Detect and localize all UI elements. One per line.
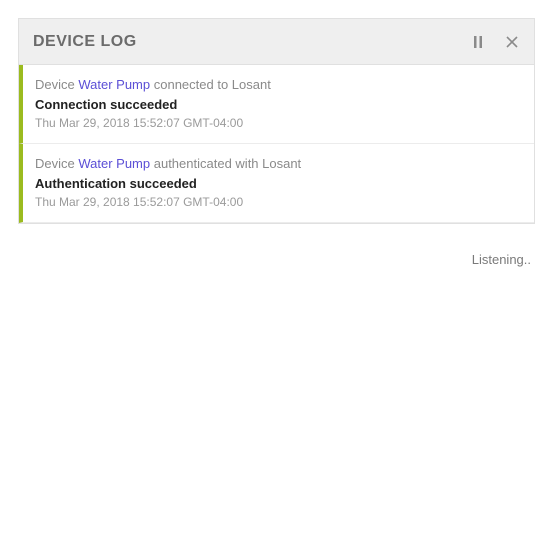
- panel-header: DEVICE LOG: [19, 19, 534, 65]
- log-list: Device Water Pump connected to Losant Co…: [19, 65, 534, 223]
- log-suffix: authenticated with Losant: [150, 156, 301, 171]
- device-link[interactable]: Water Pump: [78, 77, 150, 92]
- panel-title: DEVICE LOG: [33, 33, 137, 51]
- close-icon[interactable]: [504, 34, 520, 50]
- log-summary: Device Water Pump authenticated with Los…: [35, 154, 520, 174]
- log-timestamp: Thu Mar 29, 2018 15:52:07 GMT-04:00: [35, 193, 520, 212]
- panel-actions: [470, 34, 520, 50]
- log-message: Connection succeeded: [35, 95, 520, 115]
- status-text: Listening..: [0, 242, 553, 267]
- log-summary: Device Water Pump connected to Losant: [35, 75, 520, 95]
- log-entry[interactable]: Device Water Pump authenticated with Los…: [19, 144, 534, 223]
- log-timestamp: Thu Mar 29, 2018 15:52:07 GMT-04:00: [35, 114, 520, 133]
- log-entry[interactable]: Device Water Pump connected to Losant Co…: [19, 65, 534, 144]
- device-log-panel: DEVICE LOG Device Water Pump connected t…: [18, 18, 535, 224]
- log-suffix: connected to Losant: [150, 77, 271, 92]
- pause-icon[interactable]: [470, 34, 486, 50]
- log-prefix: Device: [35, 77, 78, 92]
- device-link[interactable]: Water Pump: [78, 156, 150, 171]
- log-message: Authentication succeeded: [35, 174, 520, 194]
- log-prefix: Device: [35, 156, 78, 171]
